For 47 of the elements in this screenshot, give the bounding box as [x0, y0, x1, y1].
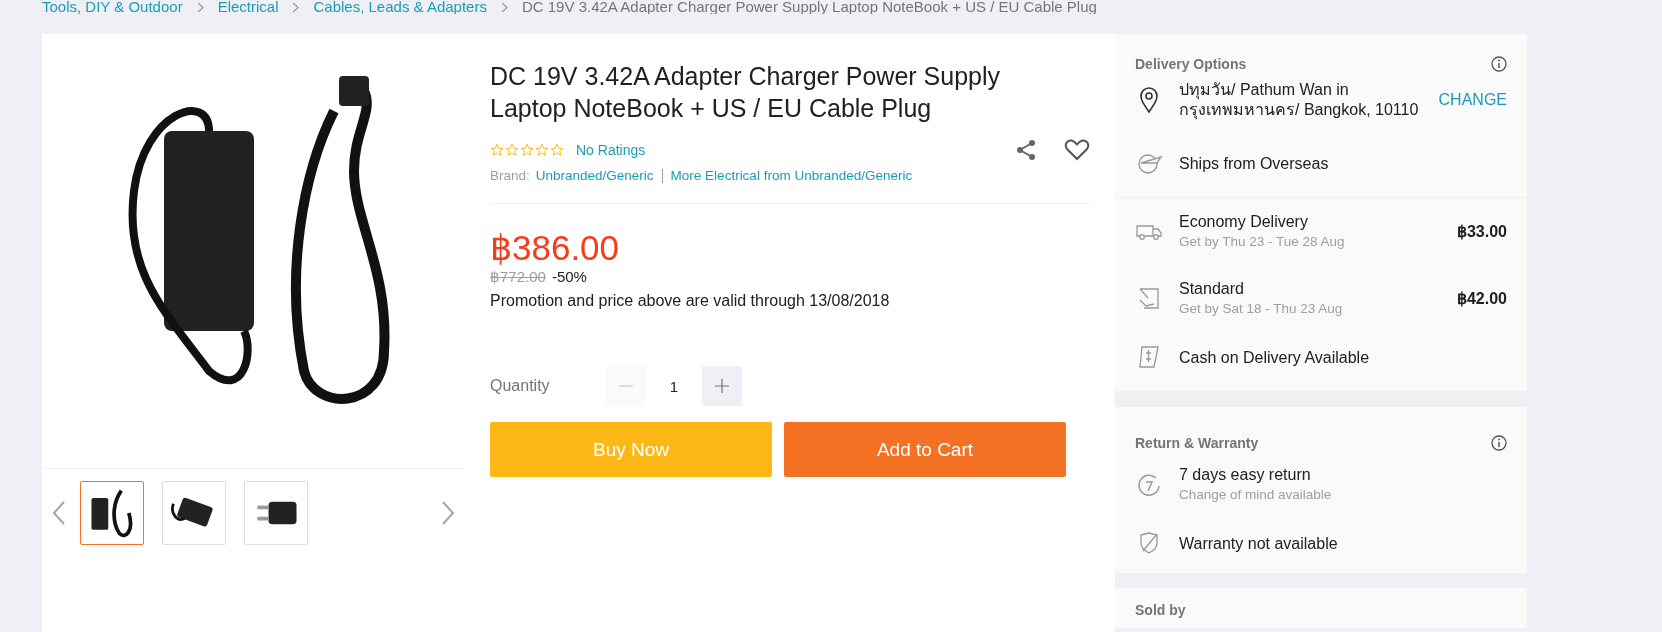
quantity-value: 1	[668, 377, 680, 395]
breadcrumb-link[interactable]: Tools, DIY & Outdoor	[42, 0, 183, 14]
product-thumbnail[interactable]	[80, 481, 144, 545]
breadcrumb-link[interactable]: Electrical	[217, 0, 279, 14]
chevron-right-icon	[500, 0, 508, 14]
option-label: Ships from Overseas	[1179, 153, 1330, 174]
more-link[interactable]: More Electrical from Unbranded/Generic	[670, 168, 913, 183]
heart-icon[interactable]	[1064, 138, 1090, 162]
buy-now-button[interactable]: Buy Now	[490, 422, 772, 477]
shipping-price: ฿42.00	[1456, 289, 1507, 308]
star-icon	[505, 143, 519, 157]
info-icon[interactable]	[1491, 56, 1507, 72]
option-label: Warranty not available	[1179, 533, 1339, 554]
quantity-label: Quantity	[490, 377, 551, 395]
shipping-price: ฿33.00	[1456, 222, 1507, 241]
delivery-address: ปทุมวัน/ Pathum Wan in กรุงเทพมหานคร/ Bangkok, 10110	[1179, 80, 1420, 120]
add-to-cart-button[interactable]: Add to Cart	[784, 422, 1066, 477]
section-title: Delivery Options	[1135, 56, 1247, 72]
info-icon[interactable]	[1491, 435, 1507, 451]
seller-label: Sold by	[1135, 602, 1187, 618]
ratings-link[interactable]: No Ratings	[576, 142, 646, 158]
plus-icon	[714, 378, 730, 394]
chevron-right-icon	[196, 0, 204, 14]
option-detail: Get by Sat 18 - Thu 23 Aug	[1179, 300, 1344, 318]
star-icon	[520, 143, 534, 157]
option-detail: Get by Thu 23 - Tue 28 Aug	[1179, 233, 1346, 251]
option-detail: Change of mind available	[1179, 486, 1333, 504]
change-link[interactable]: CHANGE	[1438, 91, 1507, 109]
chevron-right-icon	[292, 0, 300, 14]
brand-link[interactable]: Unbranded/Generic	[535, 168, 654, 183]
option-label: Economy Delivery	[1179, 212, 1309, 232]
original-price: ฿772.00	[490, 268, 546, 286]
option-label: 7 days easy return	[1179, 465, 1312, 485]
star-icon	[490, 143, 504, 157]
discount: -50%	[551, 268, 587, 286]
brand-label: Brand:	[490, 168, 530, 183]
product-title: DC 19V 3.42A Adapter Charger Power Supply Laptop NoteBook + US / EU Cable Plug	[490, 61, 1002, 124]
globe-plane-icon	[1135, 151, 1163, 175]
option-label: Standard	[1179, 279, 1245, 299]
star-icon	[550, 143, 564, 157]
option-label: Cash on Delivery Available	[1179, 347, 1371, 368]
star-icon	[535, 143, 549, 157]
circular-arrow-icon	[1135, 471, 1163, 498]
promotion-text: Promotion and price above are valid through 13/08/2018	[490, 292, 891, 310]
price: ฿386.00	[490, 228, 621, 268]
section-title: Return & Warranty	[1135, 435, 1259, 451]
share-icon[interactable]	[1014, 138, 1038, 162]
